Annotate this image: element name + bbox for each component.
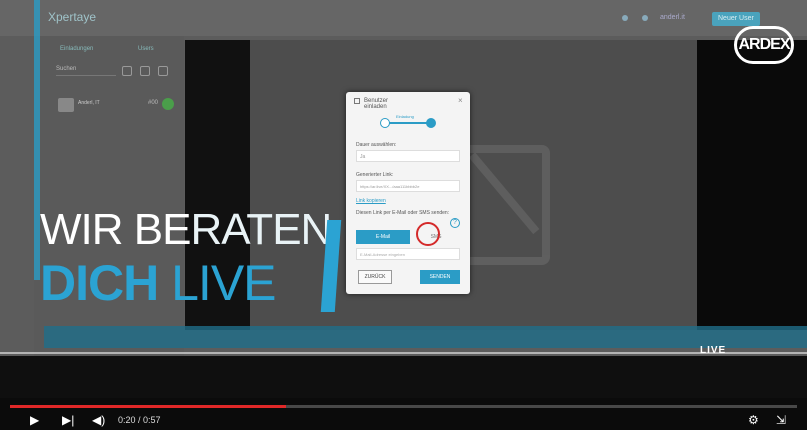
send-button[interactable]: SENDEN bbox=[420, 270, 460, 284]
sidebar-tab-users[interactable]: Users bbox=[138, 46, 154, 52]
tab-email[interactable]: E-Mail bbox=[356, 230, 410, 244]
headline-line-2-a: DICH bbox=[40, 255, 159, 311]
duration-label: Dauer auswählen: bbox=[356, 142, 397, 148]
filter-icon[interactable] bbox=[122, 66, 132, 76]
step-1-dot bbox=[380, 118, 390, 128]
app-topbar: Xpertaye anderl.it Neuer User bbox=[0, 0, 807, 36]
headline-line-2: DICH LIVE bbox=[40, 254, 277, 312]
time-display: 0:20 / 0:57 bbox=[118, 415, 161, 425]
generated-link-field[interactable]: https://ar.live/XX.../aaa111bbbb2e bbox=[356, 180, 460, 192]
user-icon bbox=[354, 98, 360, 104]
camera-off-icon bbox=[460, 145, 550, 265]
video-frame[interactable]: Xpertaye anderl.it Neuer User Einladunge… bbox=[0, 0, 807, 398]
gear-icon[interactable]: ⚙ bbox=[748, 412, 759, 428]
step-progress bbox=[384, 122, 432, 124]
back-button[interactable]: ZURÜCK bbox=[358, 270, 392, 284]
next-icon[interactable]: ▶| bbox=[62, 412, 74, 428]
add-user-icon[interactable] bbox=[140, 66, 150, 76]
strip-text: LIVE bbox=[700, 345, 727, 356]
video-player[interactable]: Xpertaye anderl.it Neuer User Einladunge… bbox=[0, 0, 807, 430]
notification-icon bbox=[622, 15, 628, 21]
sidebar-tab-invites[interactable]: Einladungen bbox=[60, 46, 93, 52]
strip-line bbox=[0, 352, 807, 354]
play-icon[interactable]: ▶ bbox=[30, 412, 39, 428]
user-avatar bbox=[58, 98, 74, 112]
user-row[interactable]: Anderl, IT #00 bbox=[58, 98, 178, 116]
new-user-button[interactable]: Neuer User bbox=[712, 12, 760, 26]
lower-dark-band bbox=[0, 356, 807, 398]
headline-line-1-b: RATEN bbox=[190, 205, 332, 254]
cursor-highlight bbox=[416, 222, 440, 246]
email-input[interactable]: E-Mail-Adresse eingeben bbox=[356, 248, 460, 260]
topbar-user: anderl.it bbox=[660, 14, 685, 21]
app-logo: Xpertaye bbox=[48, 10, 97, 24]
send-label: Diesen Link per E-Mail oder SMS senden: bbox=[356, 210, 450, 216]
link-label: Generierter Link: bbox=[356, 172, 394, 178]
headline-line-2-b: LIVE bbox=[171, 255, 276, 311]
user-badge: #00 bbox=[148, 100, 159, 106]
lower-strip bbox=[44, 326, 807, 348]
invite-user-modal: Benutzer einladen × Einladung Dauer ausw… bbox=[346, 92, 470, 294]
duration-select[interactable]: Ja bbox=[356, 150, 460, 162]
player-controls: ▶ ▶| ◀) 0:20 / 0:57 ⚙ ⇲ bbox=[0, 410, 807, 430]
headline-line-1-a: WIR BE bbox=[40, 205, 191, 254]
copy-link[interactable]: Link kopieren bbox=[356, 198, 386, 204]
online-status-icon bbox=[162, 98, 174, 110]
user-name: Anderl, IT bbox=[78, 100, 100, 106]
sidebar-search-input[interactable]: Suchen bbox=[56, 66, 116, 76]
step-label: Einladung bbox=[396, 114, 414, 119]
modal-title: Benutzer einladen bbox=[364, 98, 389, 110]
progress-bar-fill bbox=[10, 405, 287, 408]
help-icon[interactable]: ? bbox=[450, 218, 460, 228]
step-2-dot bbox=[426, 118, 436, 128]
headline-line-1: WIR BERATEN bbox=[40, 205, 332, 255]
user-icon bbox=[642, 15, 648, 21]
volume-icon[interactable]: ◀) bbox=[92, 412, 105, 428]
exit-fullscreen-icon[interactable]: ⇲ bbox=[776, 412, 786, 428]
video-black-bar-right bbox=[697, 40, 807, 330]
ardex-logo: ARDEX bbox=[734, 26, 794, 64]
close-icon[interactable]: × bbox=[458, 96, 463, 105]
group-icon[interactable] bbox=[158, 66, 168, 76]
